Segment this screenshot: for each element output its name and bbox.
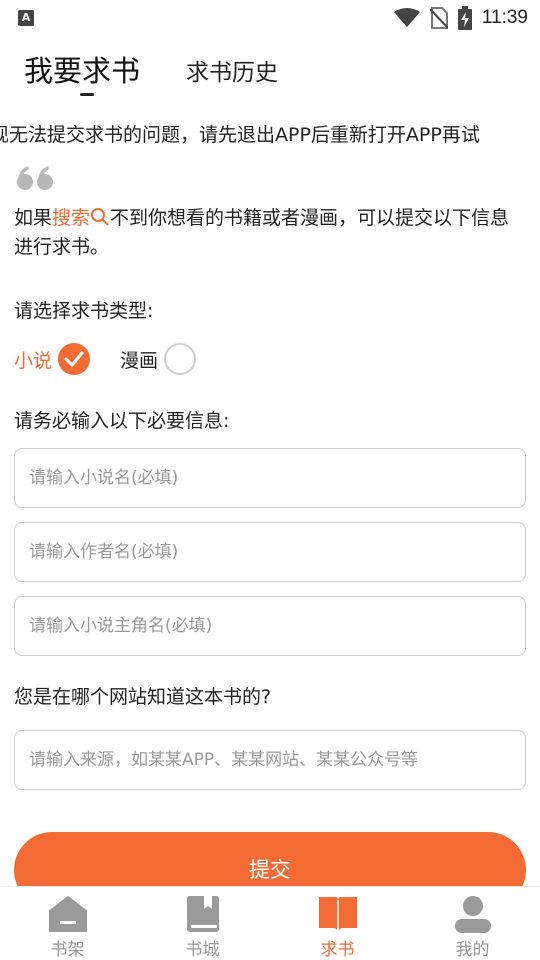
user-icon <box>454 896 491 933</box>
notice-text: 现无法提交求书的问题，请先退出APP后重新打开APP再试 <box>0 124 480 146</box>
status-time: 11:39 <box>481 7 528 28</box>
nav-label-request: 求书 <box>320 940 355 960</box>
home-icon <box>48 896 87 932</box>
top-tabs: 我要求书 求书历史 <box>0 40 540 102</box>
source-label: 您是在哪个网站知道这本书的? <box>14 686 272 708</box>
radio-novel-label[interactable]: 小说 <box>14 346 52 373</box>
protagonist-name-input[interactable] <box>15 597 525 655</box>
book-icon <box>186 896 219 932</box>
radio-comic-label[interactable]: 漫画 <box>120 346 158 373</box>
check-icon <box>64 351 84 367</box>
nav-label-mine: 我的 <box>455 940 490 960</box>
quote-icon <box>17 166 53 190</box>
nav-item-request[interactable]: 求书 <box>270 887 405 960</box>
open-book-icon <box>318 897 357 931</box>
status-bar: A 11:39 <box>0 0 540 36</box>
nav-item-mine[interactable]: 我的 <box>405 887 540 960</box>
source-field[interactable] <box>14 730 526 790</box>
search-link-label: 搜索 <box>52 207 91 229</box>
battery-charging-icon <box>457 6 472 30</box>
search-icon <box>91 208 109 226</box>
no-sim-icon <box>429 7 448 29</box>
tab-request-book[interactable]: 我要求书 <box>24 48 140 90</box>
nav-label-bookstore: 书城 <box>185 940 220 960</box>
bottom-nav: 书架 书城 求书 我的 <box>0 886 540 960</box>
type-label: 请选择求书类型: <box>14 300 154 322</box>
protagonist-name-field[interactable] <box>14 596 526 656</box>
author-name-input[interactable] <box>15 523 525 581</box>
radio-novel[interactable] <box>58 343 91 375</box>
app-notification-icon: A <box>18 10 34 26</box>
novel-name-input[interactable] <box>15 449 525 507</box>
intro-prefix: 如果 <box>14 207 53 229</box>
author-name-field[interactable] <box>14 522 526 582</box>
source-input[interactable] <box>15 731 525 789</box>
novel-name-field[interactable] <box>14 448 526 508</box>
marquee-notice: 现无法提交求书的问题，请先退出APP后重新打开APP再试 <box>0 118 540 150</box>
nav-item-bookshelf[interactable]: 书架 <box>0 887 135 960</box>
tab-request-history[interactable]: 求书历史 <box>186 53 278 87</box>
intro-text: 如果搜索 不到你想看的书籍或者漫画，可以提交以下信息进行求书。 <box>14 204 526 262</box>
wifi-icon <box>393 8 420 27</box>
nav-label-bookshelf: 书架 <box>50 940 85 960</box>
required-info-label: 请务必输入以下必要信息: <box>14 410 230 432</box>
search-link[interactable]: 搜索 <box>52 207 110 229</box>
nav-item-bookstore[interactable]: 书城 <box>135 887 270 960</box>
tab-indicator <box>80 93 94 96</box>
status-icons: 11:39 <box>393 4 528 32</box>
radio-comic[interactable] <box>164 343 197 375</box>
type-radio-group: 小说 漫画 <box>14 340 197 378</box>
